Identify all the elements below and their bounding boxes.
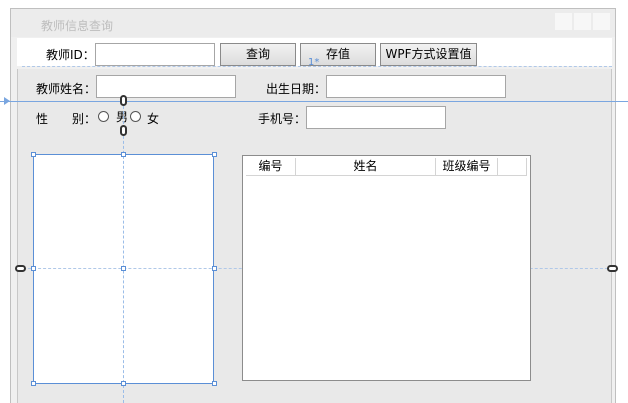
resize-handle-mc[interactable] [121, 266, 126, 271]
maximize-button[interactable] [574, 13, 591, 30]
minimize-button[interactable] [555, 13, 572, 30]
teacher-id-label: 教师ID： [46, 48, 95, 62]
column-header-class-id[interactable]: 班级编号 [436, 158, 498, 176]
resize-handle-br[interactable] [212, 381, 217, 386]
resize-handle-mr[interactable] [212, 266, 217, 271]
close-button[interactable] [593, 13, 610, 30]
teacher-name-input[interactable] [96, 75, 236, 98]
right-anchor-link-icon[interactable] [607, 265, 618, 272]
row-guide-line [0, 101, 628, 102]
resize-handle-bc[interactable] [121, 381, 126, 386]
top-anchor-link-icon-2[interactable] [120, 125, 127, 136]
column-header-id[interactable]: 编号 [246, 158, 296, 176]
window-title: 教师信息查询 [41, 19, 114, 33]
resize-handle-bl[interactable] [31, 381, 36, 386]
resize-handle-tl[interactable] [31, 152, 36, 157]
resize-handle-tc[interactable] [121, 152, 126, 157]
gender-female-radio[interactable] [130, 111, 141, 122]
resize-handle-tr[interactable] [212, 152, 217, 157]
column-header-filler [498, 158, 527, 176]
gender-label-part1: 性 [36, 112, 49, 126]
gender-label-part2: 别： [72, 112, 97, 126]
teacher-name-label: 教师姓名： [36, 82, 97, 96]
wpf-set-value-button[interactable]: WPF方式设置值 [380, 43, 477, 66]
column-header-name[interactable]: 姓名 [296, 158, 436, 176]
gender-female-label: 女 [147, 112, 160, 126]
birth-date-input[interactable] [326, 75, 506, 98]
column-size-marker: 1* [308, 57, 320, 68]
teacher-id-input[interactable] [95, 43, 215, 66]
phone-label: 手机号： [258, 112, 307, 126]
query-button[interactable]: 查询 [220, 43, 296, 66]
birth-date-label: 出生日期： [266, 82, 327, 96]
resize-handle-ml[interactable] [31, 266, 36, 271]
left-anchor-link-icon[interactable] [15, 265, 26, 272]
row-marker-arrow [4, 97, 10, 105]
phone-input[interactable] [306, 106, 446, 129]
gender-male-radio[interactable] [98, 111, 109, 122]
gender-male-label: 男 [116, 110, 129, 124]
top-anchor-link-icon[interactable] [120, 95, 127, 106]
teacher-data-grid[interactable] [242, 155, 531, 381]
vertical-center-guide [123, 106, 124, 403]
